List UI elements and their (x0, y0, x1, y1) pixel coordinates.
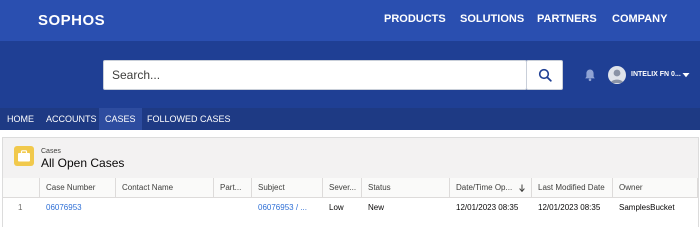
top-nav-products[interactable]: PRODUCTS (384, 13, 446, 25)
row-number-header (3, 178, 40, 198)
subject-link-text[interactable]: 06076953 / ... (258, 203, 307, 212)
top-nav-partners[interactable]: PARTNERS (537, 13, 597, 25)
tab-accounts[interactable]: ACCOUNTS (40, 108, 103, 130)
status-cell: New (368, 203, 385, 212)
column-header-date-opened-label: Date/Time Op... (456, 183, 513, 192)
column-header-part[interactable]: Part... (214, 178, 252, 198)
list-view: Cases All Open Cases Case Number Contact… (2, 137, 699, 228)
briefcase-icon (18, 150, 30, 162)
tab-followed-cases[interactable]: FOLLOWED CASES (141, 108, 237, 130)
top-nav-solutions[interactable]: SOLUTIONS (460, 13, 524, 25)
tab-home[interactable]: HOME (1, 108, 40, 130)
sub-nav: HOME ACCOUNTS CASES FOLLOWED CASES (0, 108, 700, 130)
column-header-date-opened[interactable]: Date/Time Op... (450, 178, 532, 198)
part-cell (214, 198, 252, 218)
chevron-down-icon[interactable] (682, 71, 690, 79)
search-icon (538, 68, 552, 82)
date-opened-cell: 12/01/2023 08:35 (456, 203, 519, 212)
avatar[interactable] (608, 66, 626, 84)
column-header-contact-name[interactable]: Contact Name (116, 178, 214, 198)
case-number-link[interactable]: 06076953 (40, 198, 116, 218)
user-name[interactable]: INTELIX FN 0... (631, 71, 681, 78)
list-view-icon (14, 146, 34, 166)
header-banner: INTELIX FN 0... (0, 41, 700, 108)
last-modified-cell: 12/01/2023 08:35 (538, 203, 601, 212)
column-header-status[interactable]: Status (362, 178, 450, 198)
object-label: Cases (41, 148, 61, 155)
contact-name-cell (116, 198, 214, 218)
search-input[interactable] (104, 61, 526, 89)
list-view-title[interactable]: All Open Cases (41, 156, 124, 170)
tab-cases[interactable]: CASES (99, 108, 142, 130)
bell-icon[interactable] (583, 68, 597, 82)
severity-cell: Low (329, 203, 344, 212)
subject-link[interactable]: 06076953 / ... (252, 198, 323, 218)
brand-logo[interactable]: SOPHOS (38, 12, 105, 29)
row-number: 1 (18, 203, 23, 212)
search-button[interactable] (526, 60, 563, 90)
cases-table: Case Number Contact Name Part... Subject… (3, 178, 698, 228)
owner-cell: SamplesBucket (619, 203, 675, 212)
top-nav-company[interactable]: COMPANY (612, 13, 667, 25)
user-icon (610, 69, 624, 83)
column-header-case-number[interactable]: Case Number (40, 178, 116, 198)
arrow-down-icon[interactable] (519, 184, 525, 192)
top-bar: SOPHOS PRODUCTS SOLUTIONS PARTNERS COMPA… (0, 0, 700, 41)
case-number-link-text[interactable]: 06076953 (46, 203, 82, 212)
column-header-severity[interactable]: Sever... (323, 178, 362, 198)
column-header-owner[interactable]: Owner (613, 178, 698, 198)
column-header-subject[interactable]: Subject (252, 178, 323, 198)
search-box (103, 60, 527, 90)
column-header-last-modified[interactable]: Last Modified Date (532, 178, 613, 198)
